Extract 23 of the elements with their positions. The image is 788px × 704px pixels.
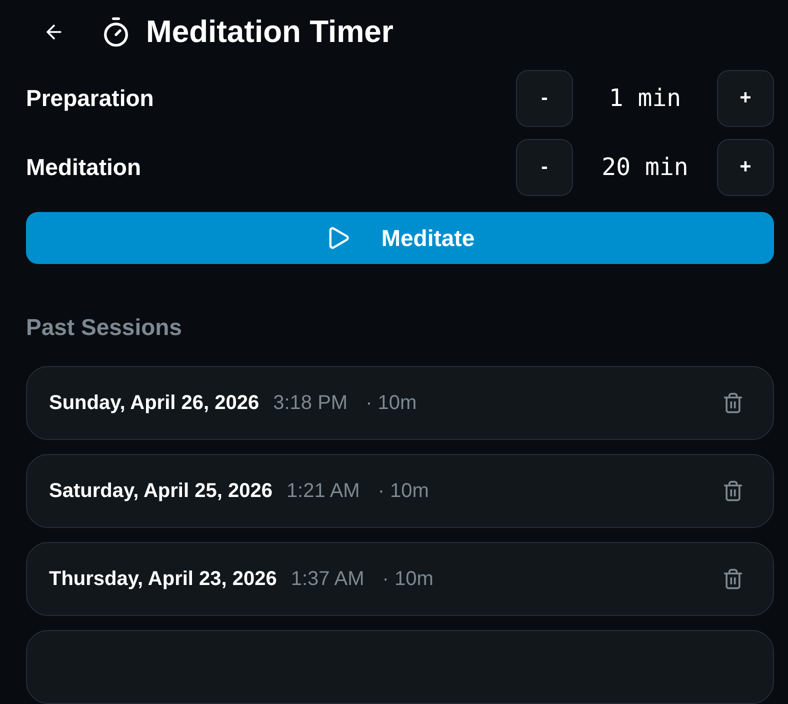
trash-icon bbox=[722, 480, 744, 502]
session-duration: · 10m bbox=[382, 567, 434, 592]
session-date: Sunday, April 26, 2026 bbox=[49, 391, 260, 416]
setting-value: 20 min bbox=[600, 152, 690, 184]
session-date: Saturday, April 25, 2026 bbox=[49, 479, 272, 504]
setting-label: Preparation bbox=[26, 84, 155, 113]
decrement-button[interactable]: - bbox=[516, 138, 573, 196]
trash-icon bbox=[722, 392, 744, 414]
trash-icon bbox=[722, 568, 744, 590]
meditate-button[interactable]: Meditate bbox=[26, 212, 774, 264]
decrement-button[interactable]: - bbox=[516, 70, 573, 127]
session-time: 1:37 AM bbox=[290, 567, 364, 592]
session-duration: · 10m bbox=[378, 479, 430, 504]
session-time: 3:18 PM bbox=[273, 391, 348, 416]
increment-button[interactable]: + bbox=[717, 138, 774, 196]
session-date: Thursday, April 23, 2026 bbox=[49, 567, 277, 592]
session-time: 1:21 AM bbox=[286, 479, 360, 504]
page-title: Meditation Timer bbox=[146, 12, 394, 51]
section-heading: Past Sessions bbox=[26, 312, 183, 342]
setting-value: 1 min bbox=[608, 83, 682, 114]
session-duration: · 10m bbox=[366, 391, 418, 416]
setting-label: Meditation bbox=[26, 152, 142, 182]
increment-button[interactable]: + bbox=[717, 70, 774, 127]
